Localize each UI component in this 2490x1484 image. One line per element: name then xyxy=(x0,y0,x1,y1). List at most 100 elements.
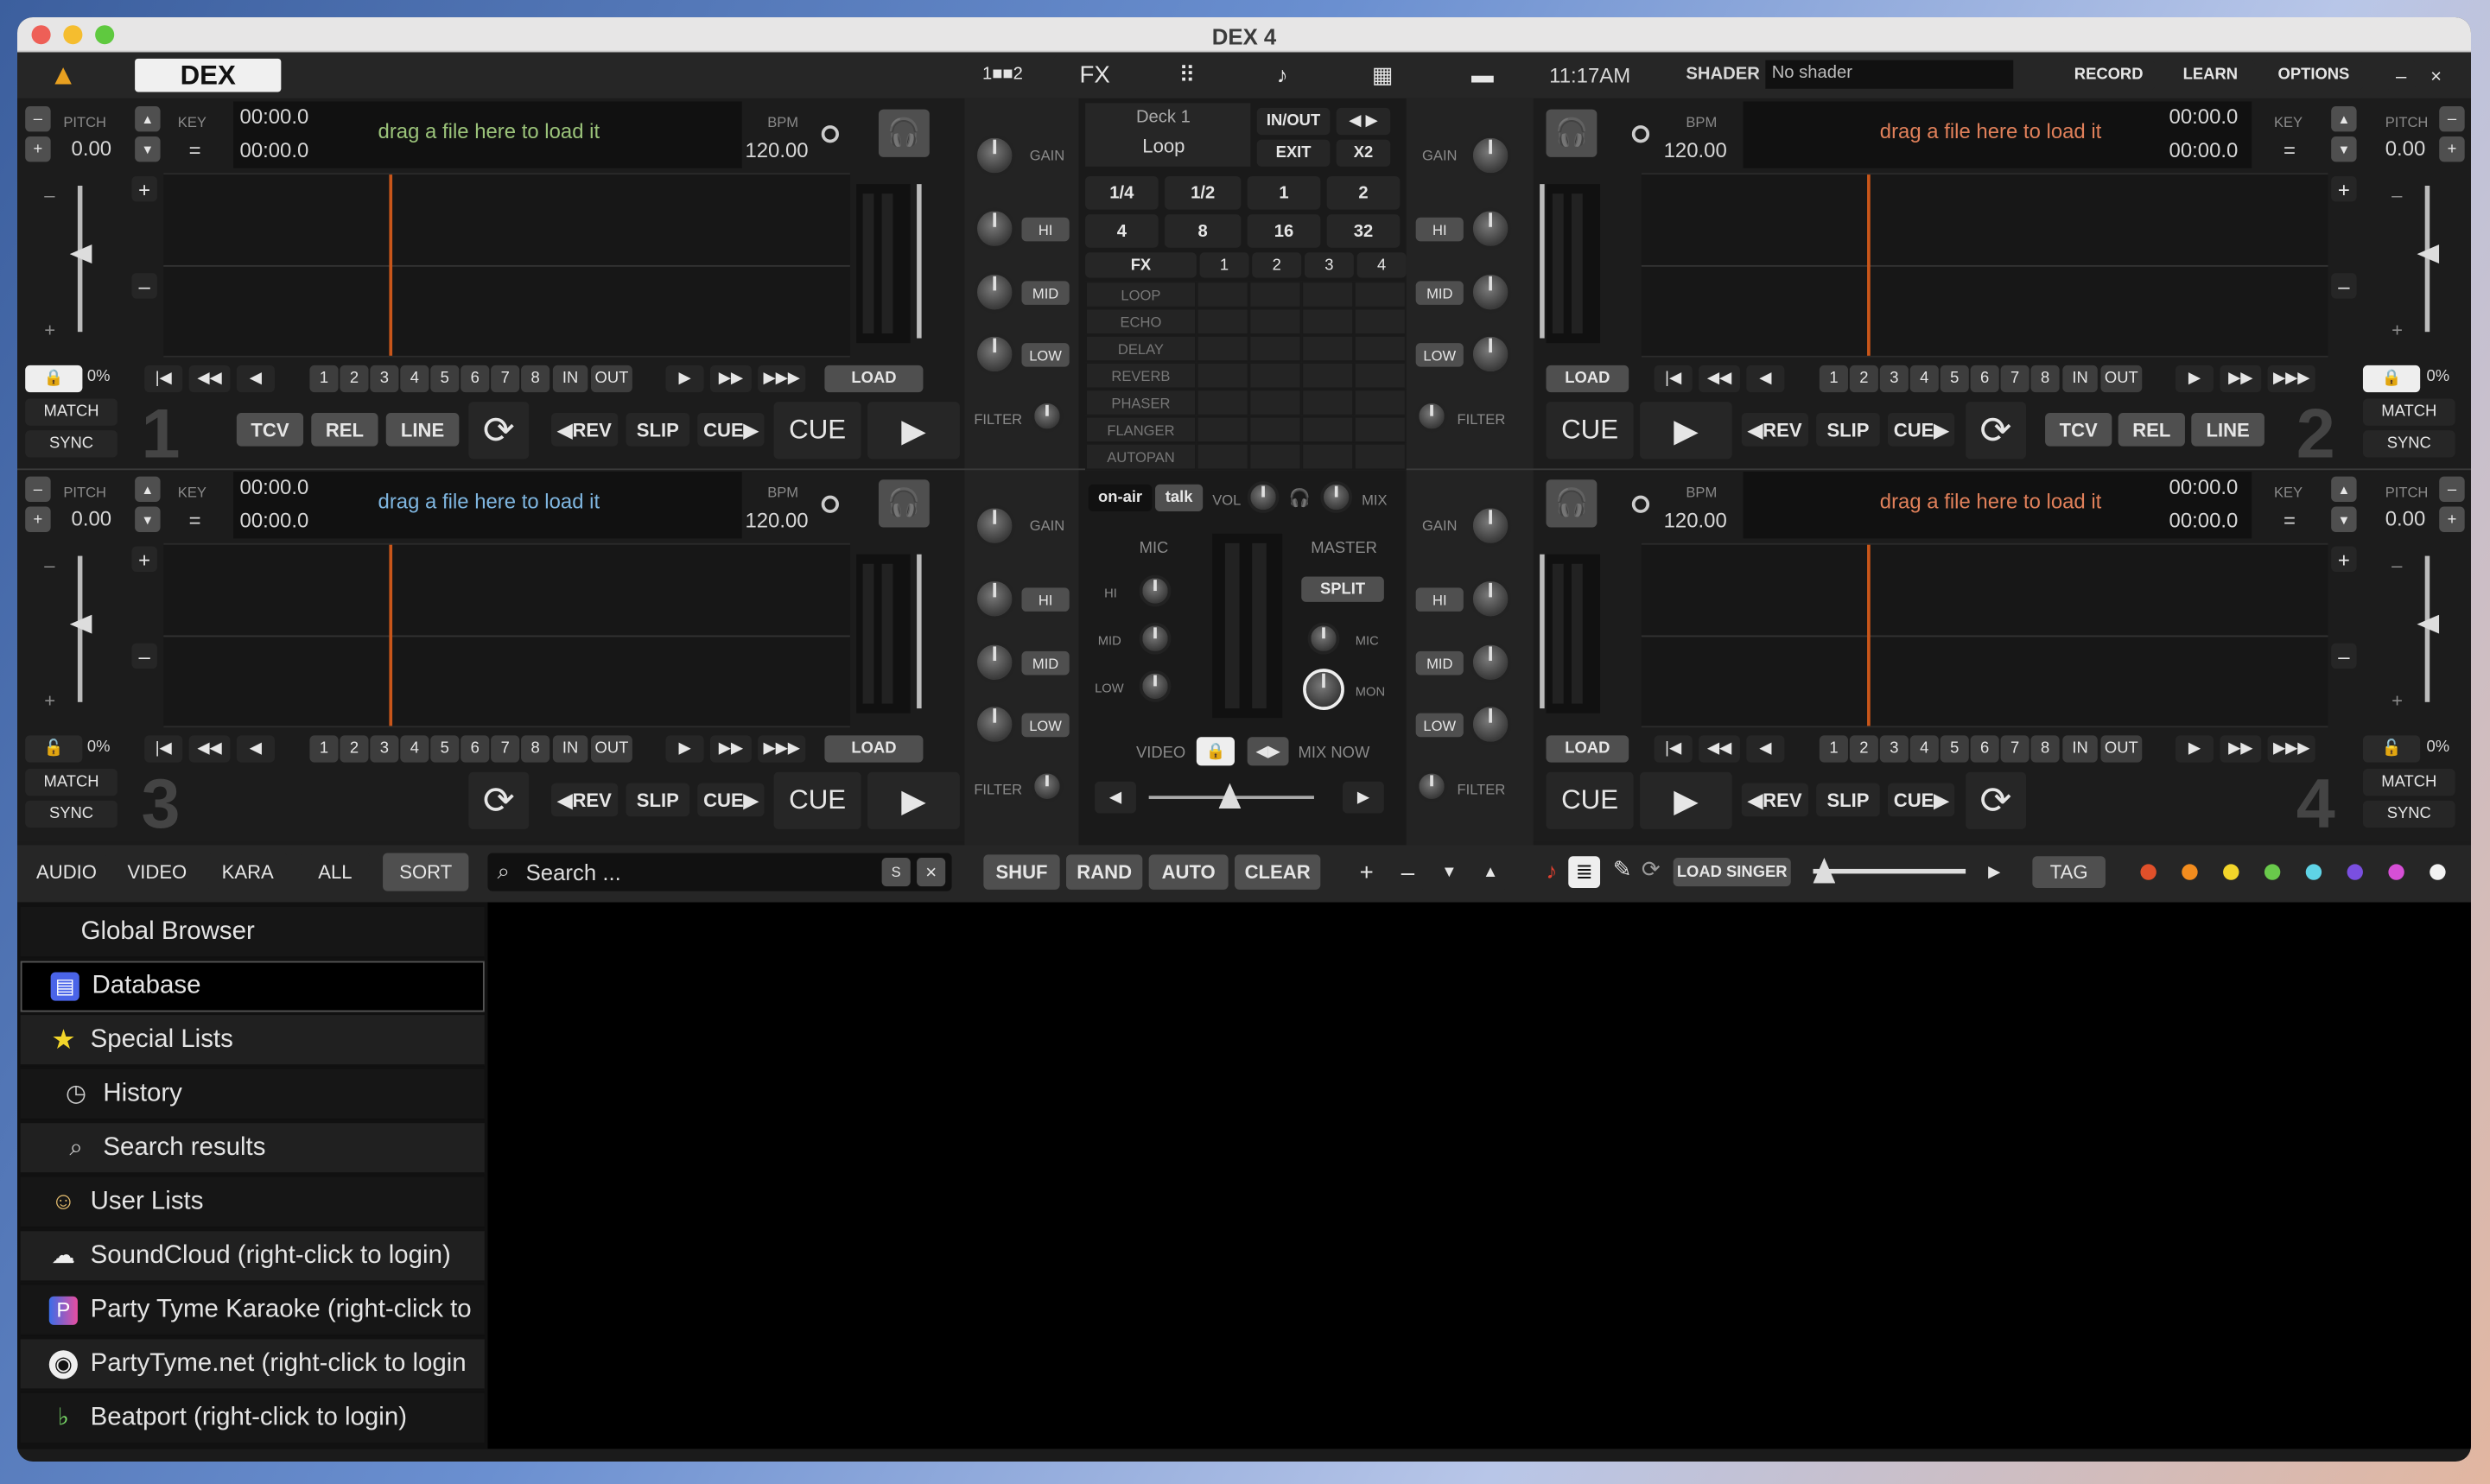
load-button[interactable]: LOAD xyxy=(824,735,924,763)
low-knob[interactable] xyxy=(1470,703,1512,745)
tree-global-browser[interactable]: Global Browser xyxy=(20,907,485,958)
loop-size-8[interactable]: 8 xyxy=(1165,214,1242,248)
line-button[interactable]: LINE xyxy=(2191,413,2265,447)
fx-panel-button[interactable]: FX xyxy=(1053,55,1136,94)
fx-cell[interactable] xyxy=(1301,281,1354,308)
hotcue-6[interactable]: 6 xyxy=(461,735,490,763)
auto-button[interactable]: AUTO xyxy=(1148,854,1229,890)
talk-button[interactable]: talk xyxy=(1155,484,1204,512)
hotcue-2[interactable]: 2 xyxy=(1849,735,1878,763)
fx-cell[interactable] xyxy=(1248,415,1302,443)
zoom-in-button[interactable]: + xyxy=(131,546,157,572)
hotcue-6[interactable]: 6 xyxy=(461,365,490,393)
slip-button[interactable]: SLIP xyxy=(626,783,690,817)
fast-end-button[interactable]: ▶▶▶ xyxy=(758,365,806,393)
pitch-down-button[interactable]: – xyxy=(2439,476,2465,503)
shader-select[interactable]: No shader xyxy=(1765,60,2014,89)
loop-size-1-2[interactable]: 1/2 xyxy=(1165,175,1242,210)
tag-color-4[interactable] xyxy=(2264,864,2281,880)
fx-cell[interactable] xyxy=(1353,334,1407,363)
loop-size-1-4[interactable]: 1/4 xyxy=(1085,175,1159,210)
fx-unit-3[interactable]: 3 xyxy=(1304,252,1354,278)
sampler-grid-icon[interactable]: ▦ xyxy=(1336,55,1429,94)
fx-cell[interactable] xyxy=(1301,415,1354,443)
hotcue-7[interactable]: 7 xyxy=(491,365,520,393)
match-button[interactable]: MATCH xyxy=(2362,398,2455,426)
hotcue-1[interactable]: 1 xyxy=(309,735,339,763)
tab-audio[interactable]: AUDIO xyxy=(27,853,107,891)
hotcue-7[interactable]: 7 xyxy=(491,735,520,763)
cue-play-button[interactable]: CUE▶ xyxy=(697,783,765,817)
loop-inout-button[interactable]: IN/OUT xyxy=(1256,107,1331,136)
shuffle-button[interactable]: SHUF xyxy=(983,854,1060,890)
hi-knob[interactable] xyxy=(1470,207,1512,250)
key-up-button[interactable]: ▲ xyxy=(135,106,161,132)
hotcue-8[interactable]: 8 xyxy=(521,365,550,393)
mid-kill-button[interactable]: MID xyxy=(1415,281,1464,305)
hotcue-5[interactable]: 5 xyxy=(1940,365,1969,393)
hotcue-2[interactable]: 2 xyxy=(340,735,369,763)
fx-unit-4[interactable]: 4 xyxy=(1356,252,1407,278)
headphone-mix-knob[interactable] xyxy=(1320,481,1353,513)
fx-cell[interactable] xyxy=(1353,308,1407,335)
waveform[interactable] xyxy=(1641,173,2328,358)
search-box[interactable]: ⌕ Search ... S × xyxy=(487,853,952,891)
pitch-up-button[interactable]: + xyxy=(25,506,51,532)
mic-effects-icon[interactable]: ♪ xyxy=(1237,55,1327,94)
mid-kill-button[interactable]: MID xyxy=(1021,650,1070,675)
headphone-cue-icon[interactable]: 🎧 xyxy=(878,109,930,157)
tag-color-2[interactable] xyxy=(2182,864,2198,880)
loop-size-1[interactable]: 1 xyxy=(1247,175,1321,210)
headphone-cue-icon[interactable]: 🎧 xyxy=(1546,109,1598,157)
hotcue-5[interactable]: 5 xyxy=(1940,735,1969,763)
mic-volume-knob[interactable] xyxy=(1247,481,1280,513)
waveform[interactable] xyxy=(163,542,850,728)
match-button[interactable]: MATCH xyxy=(25,398,118,426)
hi-kill-button[interactable]: HI xyxy=(1415,217,1464,242)
tcv-button[interactable]: TCV xyxy=(236,413,304,447)
hotcue-5[interactable]: 5 xyxy=(430,735,460,763)
tree-soundcloud[interactable]: ☁ SoundCloud (right-click to login) xyxy=(20,1231,485,1283)
mic-low-knob[interactable] xyxy=(1139,669,1172,702)
key-lock-icon[interactable] xyxy=(821,495,839,513)
cue-button[interactable]: CUE xyxy=(1546,402,1634,460)
key-lock-icon[interactable] xyxy=(1631,495,1650,513)
zoom-in-button[interactable]: + xyxy=(2331,546,2357,572)
go-start-button[interactable]: |◀ xyxy=(1654,365,1693,393)
fx-cell[interactable] xyxy=(1301,334,1354,363)
tree-beatport[interactable]: ♭ Beatport (right-click to login) xyxy=(20,1392,485,1444)
fx-cell[interactable] xyxy=(1196,334,1249,363)
tree-history[interactable]: ◷ History xyxy=(20,1069,485,1120)
remove-icon[interactable]: – xyxy=(1390,854,1426,890)
reverse-button[interactable]: ◀REV xyxy=(551,413,619,447)
key-lock-icon[interactable] xyxy=(821,125,839,143)
match-button[interactable]: MATCH xyxy=(2362,769,2455,796)
hi-knob[interactable] xyxy=(1470,578,1512,620)
rewind-button[interactable]: ◀◀ xyxy=(188,735,231,763)
close-button[interactable]: × xyxy=(2422,60,2451,91)
loop-x2-button[interactable]: X2 xyxy=(1336,139,1391,167)
loop-exit-button[interactable]: EXIT xyxy=(1256,139,1331,167)
loop-out-button[interactable]: OUT xyxy=(2100,365,2143,393)
hi-knob[interactable] xyxy=(974,578,1016,620)
fx-cell[interactable] xyxy=(1353,442,1407,471)
fx-cell[interactable] xyxy=(1196,308,1249,335)
nudge-forward-button[interactable]: ▶ xyxy=(2175,365,2214,393)
fx-cell[interactable] xyxy=(1196,281,1249,308)
hotcue-1[interactable]: 1 xyxy=(1819,735,1848,763)
tag-color-3[interactable] xyxy=(2223,864,2239,880)
layout-switch-button[interactable]: 1■■2 xyxy=(964,55,1041,94)
hi-kill-button[interactable]: HI xyxy=(1415,587,1464,612)
key-change-slider[interactable] xyxy=(1813,868,1966,874)
hotcue-8[interactable]: 8 xyxy=(2030,365,2060,393)
gain-knob[interactable] xyxy=(974,135,1016,176)
rel-button[interactable]: REL xyxy=(2118,413,2185,447)
cue-play-button[interactable]: CUE▶ xyxy=(1887,783,1955,817)
volume-fader[interactable] xyxy=(1540,184,1545,339)
hotcue-8[interactable]: 8 xyxy=(2030,735,2060,763)
add-icon[interactable]: + xyxy=(1349,854,1384,890)
loop-sync-icon[interactable]: ⟳ xyxy=(1966,771,2027,829)
volume-fader[interactable] xyxy=(917,554,922,709)
lock-icon[interactable]: 🔓 xyxy=(2362,735,2421,763)
key-down-button[interactable]: ▼ xyxy=(2331,136,2357,162)
